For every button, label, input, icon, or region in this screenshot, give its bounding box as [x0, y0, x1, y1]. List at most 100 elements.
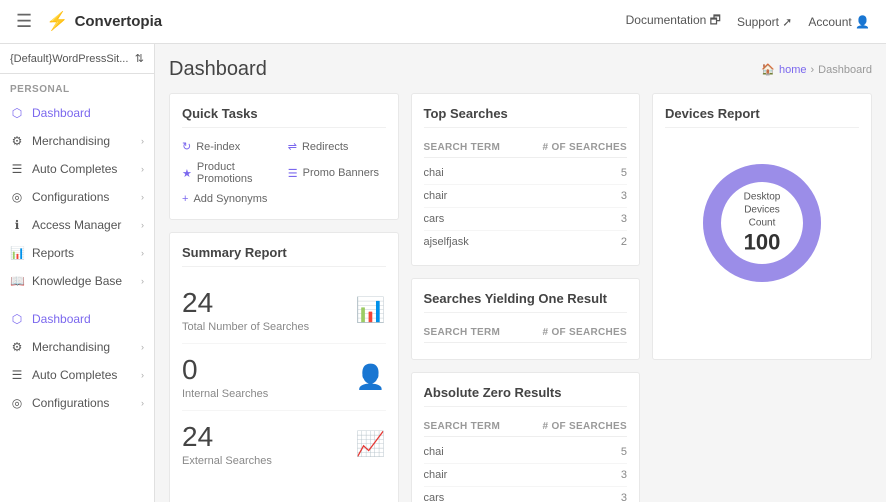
- product-promotions-icon: ★: [182, 167, 192, 180]
- autocompletes-icon: ☰: [10, 162, 24, 176]
- col-num-searches3: # OF SEARCHES: [543, 421, 627, 432]
- chevron-icon: ›: [141, 276, 144, 286]
- top-navigation: ☰ ⚡ Convertopia Documentation 🗗 Support …: [0, 0, 886, 44]
- summary-person-icon: 👤: [356, 363, 386, 392]
- add-synonyms-icon: +: [182, 193, 188, 205]
- col-num-searches: # OF SEARCHES: [543, 142, 627, 153]
- task-product-promotions[interactable]: ★ Product Promotions: [182, 159, 280, 187]
- sidebar-label-knowledge-base: Knowledge Base: [32, 274, 122, 288]
- task-reindex-label: Re-index: [196, 141, 240, 153]
- merchandising-icon: ⚙: [10, 134, 24, 148]
- summary-number-external: 24: [182, 421, 272, 453]
- donut-chart: Desktop Devices Count 100: [697, 158, 827, 288]
- table-row: chair 3: [424, 464, 628, 487]
- task-promo-banners-label: Promo Banners: [303, 167, 379, 179]
- dashboard-icon: ⬡: [10, 106, 24, 120]
- quick-tasks-card: Quick Tasks ↻ Re-index ⇌ Redirects ★ Pro…: [169, 93, 399, 220]
- hamburger-menu[interactable]: ☰: [16, 11, 32, 32]
- sidebar-item-autocompletes[interactable]: ☰ Auto Completes ›: [0, 155, 154, 183]
- sidebar-label-dashboard2: Dashboard: [32, 312, 91, 326]
- redirects-icon: ⇌: [288, 140, 297, 153]
- table-row: chair 3: [424, 185, 628, 208]
- summary-number-internal: 0: [182, 354, 268, 386]
- configurations2-icon: ◎: [10, 396, 24, 410]
- summary-title: Summary Report: [182, 245, 386, 267]
- donut-label: Desktop Devices Count: [730, 191, 795, 230]
- sidebar: {Default}WordPressSit... ⇅ PERSONAL ⬡ Da…: [0, 44, 155, 502]
- sidebar-item-configurations2[interactable]: ◎ Configurations ›: [0, 389, 154, 417]
- sidebar-item-autocompletes2[interactable]: ☰ Auto Completes ›: [0, 361, 154, 389]
- sidebar-item-merchandising[interactable]: ⚙ Merchandising ›: [0, 127, 154, 155]
- summary-label-total: Total Number of Searches: [182, 321, 309, 333]
- dashboard-grid: Quick Tasks ↻ Re-index ⇌ Redirects ★ Pro…: [169, 93, 872, 502]
- task-redirects[interactable]: ⇌ Redirects: [288, 138, 386, 155]
- site-selector-text: {Default}WordPressSit...: [10, 53, 128, 65]
- searches-yielding-header: SEARCH TERM # OF SEARCHES: [424, 323, 628, 343]
- searches-yielding-card: Searches Yielding One Result SEARCH TERM…: [411, 278, 641, 360]
- sidebar-section-label: PERSONAL: [0, 74, 154, 99]
- promo-banners-icon: ☰: [288, 167, 298, 180]
- summary-pie-icon: 📈: [356, 430, 386, 459]
- page-title: Dashboard: [169, 58, 267, 81]
- donut-center-text: Desktop Devices Count 100: [730, 191, 795, 256]
- sidebar-label-dashboard: Dashboard: [32, 106, 91, 120]
- sidebar-item-dashboard[interactable]: ⬡ Dashboard: [0, 99, 154, 127]
- task-reindex[interactable]: ↻ Re-index: [182, 138, 280, 155]
- site-selector[interactable]: {Default}WordPressSit... ⇅: [0, 44, 154, 74]
- autocompletes2-icon: ☰: [10, 368, 24, 382]
- sidebar-item-reports[interactable]: 📊 Reports ›: [0, 239, 154, 267]
- sidebar-label-autocompletes2: Auto Completes: [32, 368, 117, 382]
- zero-results-header: SEARCH TERM # OF SEARCHES: [424, 417, 628, 437]
- dashboard2-icon: ⬡: [10, 312, 24, 326]
- chevron-icon: ›: [141, 248, 144, 258]
- documentation-link[interactable]: Documentation 🗗: [626, 11, 721, 32]
- sidebar-label-merchandising2: Merchandising: [32, 340, 110, 354]
- table-row: cars 3: [424, 487, 628, 502]
- donut-container: Desktop Devices Count 100: [665, 138, 859, 308]
- task-redirects-label: Redirects: [302, 141, 348, 153]
- table-row: chai 5: [424, 441, 628, 464]
- sidebar-item-dashboard2[interactable]: ⬡ Dashboard: [0, 305, 154, 333]
- table-row: ajselfjask 2: [424, 231, 628, 253]
- chevron-icon: ›: [141, 398, 144, 408]
- knowledge-base-icon: 📖: [10, 274, 24, 288]
- sidebar-label-merchandising: Merchandising: [32, 134, 110, 148]
- top-searches-table: SEARCH TERM # OF SEARCHES chai 5 chair 3…: [424, 138, 628, 253]
- breadcrumb: 🏠 home › Dashboard: [761, 63, 872, 76]
- summary-chart-icon: 📊: [356, 296, 386, 325]
- sidebar-label-access-manager: Access Manager: [32, 218, 121, 232]
- account-link[interactable]: Account 👤: [808, 15, 870, 29]
- sidebar-item-knowledge-base[interactable]: 📖 Knowledge Base ›: [0, 267, 154, 295]
- col-search-term: SEARCH TERM: [424, 142, 501, 153]
- page-header: Dashboard 🏠 home › Dashboard: [169, 58, 872, 81]
- summary-item-total: 24 Total Number of Searches 📊: [182, 277, 386, 344]
- access-manager-icon: ℹ: [10, 218, 24, 232]
- chevron-icon: ›: [141, 192, 144, 202]
- main-content: Dashboard 🏠 home › Dashboard Quick Tasks…: [155, 44, 886, 502]
- zero-results-title: Absolute Zero Results: [424, 385, 628, 407]
- reports-icon: 📊: [10, 246, 24, 260]
- table-row: cars 3: [424, 208, 628, 231]
- task-promo-banners[interactable]: ☰ Promo Banners: [288, 159, 386, 187]
- merchandising2-icon: ⚙: [10, 340, 24, 354]
- sidebar-item-access-manager[interactable]: ℹ Access Manager ›: [0, 211, 154, 239]
- chevron-icon: ›: [141, 136, 144, 146]
- devices-title: Devices Report: [665, 106, 859, 128]
- breadcrumb-home-link[interactable]: home: [779, 64, 807, 76]
- support-link[interactable]: Support ➚: [737, 15, 792, 29]
- logo-icon: ⚡: [46, 11, 68, 32]
- quick-tasks-title: Quick Tasks: [182, 106, 386, 128]
- breadcrumb-current: Dashboard: [818, 64, 872, 76]
- chevron-icon: ›: [141, 342, 144, 352]
- chevron-icon: ›: [141, 220, 144, 230]
- searches-yielding-table: SEARCH TERM # OF SEARCHES: [424, 323, 628, 343]
- sidebar-label-reports: Reports: [32, 246, 74, 260]
- zero-results-table: SEARCH TERM # OF SEARCHES chai 5 chair 3…: [424, 417, 628, 502]
- nav-left: ☰ ⚡ Convertopia: [16, 11, 162, 32]
- nav-right: Documentation 🗗 Support ➚ Account 👤: [626, 11, 870, 32]
- sidebar-item-merchandising2[interactable]: ⚙ Merchandising ›: [0, 333, 154, 361]
- top-searches-header: SEARCH TERM # OF SEARCHES: [424, 138, 628, 158]
- sidebar-item-configurations[interactable]: ◎ Configurations ›: [0, 183, 154, 211]
- summary-item-external: 24 External Searches 📈: [182, 411, 386, 477]
- task-add-synonyms[interactable]: + Add Synonyms: [182, 191, 280, 207]
